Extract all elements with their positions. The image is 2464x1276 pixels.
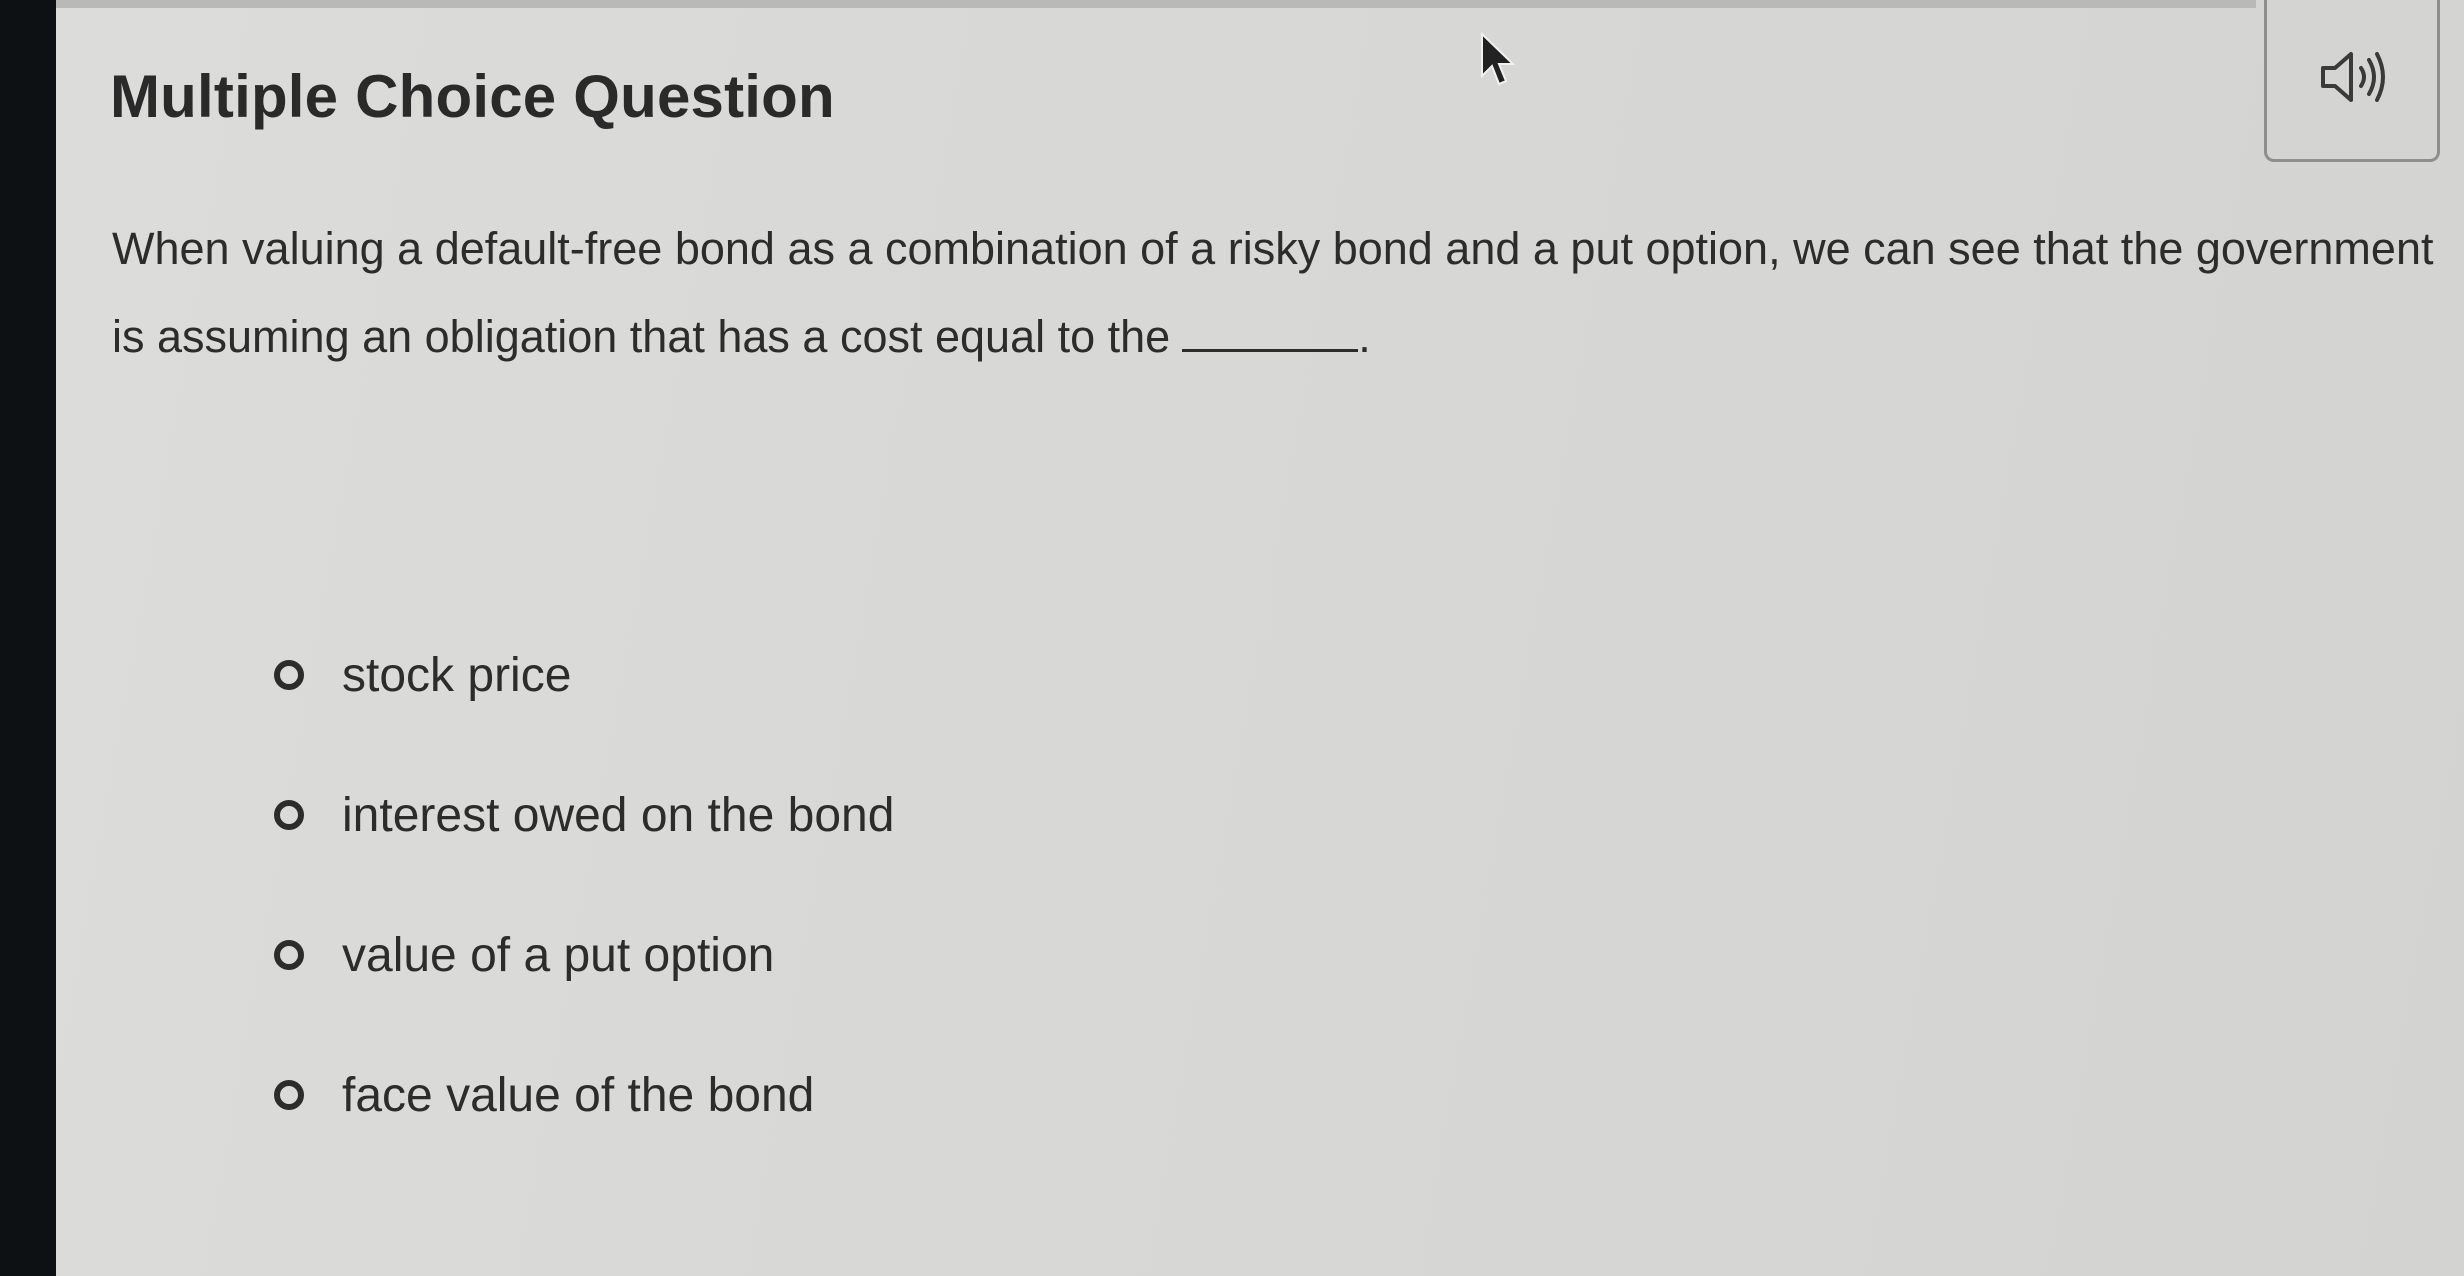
choice-put-option-value[interactable]: value of a put option: [274, 920, 894, 990]
choice-label: face value of the bond: [342, 1068, 815, 1122]
question-text: When valuing a default-free bond as a co…: [112, 205, 2452, 381]
radio-button[interactable]: [274, 1080, 304, 1110]
question-end-punctuation: .: [1358, 311, 1371, 362]
mouse-pointer-icon: [1481, 32, 1516, 86]
choice-interest-owed[interactable]: interest owed on the bond: [274, 780, 894, 850]
choice-label: value of a put option: [342, 928, 775, 982]
quiz-screen: Multiple Choice Question When valuing a …: [56, 0, 2464, 1276]
question-body: When valuing a default-free bond as a co…: [112, 223, 2434, 362]
radio-button[interactable]: [274, 800, 304, 830]
radio-button[interactable]: [274, 660, 304, 690]
answer-choices: stock price interest owed on the bond va…: [274, 640, 894, 1200]
choice-face-value[interactable]: face value of the bond: [274, 1060, 894, 1130]
choice-label: stock price: [342, 648, 572, 702]
top-divider: [56, 0, 2256, 8]
speaker-icon: [2317, 46, 2387, 113]
radio-button[interactable]: [274, 940, 304, 970]
choice-stock-price[interactable]: stock price: [274, 640, 894, 710]
read-aloud-button[interactable]: [2264, 0, 2440, 162]
answer-blank: [1182, 348, 1359, 352]
choice-label: interest owed on the bond: [342, 788, 895, 842]
page-title: Multiple Choice Question: [110, 63, 835, 130]
